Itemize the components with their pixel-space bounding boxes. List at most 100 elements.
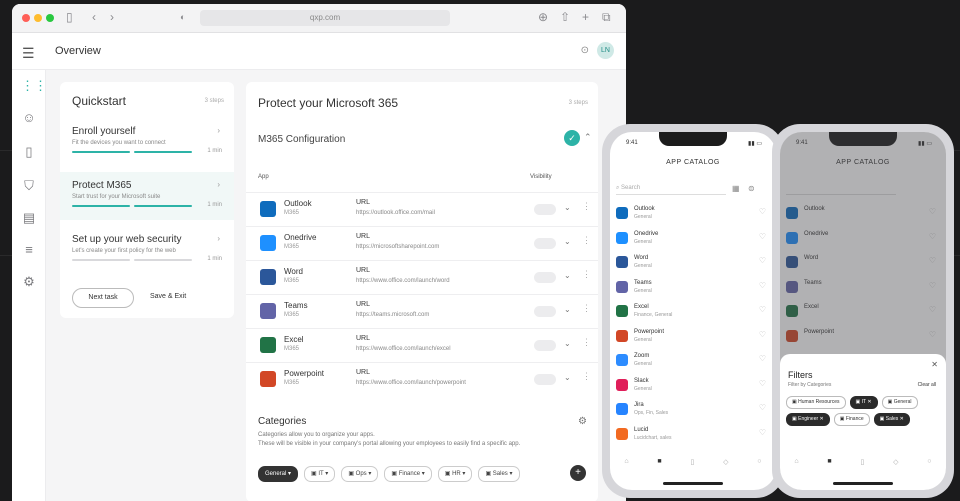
forward-icon[interactable]: › — [110, 10, 114, 24]
heart-icon[interactable]: ♡ — [759, 207, 766, 216]
gear-icon[interactable]: ⚙ — [578, 416, 587, 427]
more-options-icon[interactable]: ⋮ — [582, 303, 591, 314]
chip-it[interactable]: ▣ IT ▾ — [304, 466, 336, 482]
catalog-item[interactable]: Lucid Lucidchart, sales ♡ — [616, 423, 768, 447]
tab-catalog-icon[interactable]: ■ — [827, 458, 831, 476]
tab-devices-icon[interactable]: ▯ — [860, 458, 864, 476]
chevron-up-icon[interactable]: ⌃ — [584, 132, 592, 143]
grid-view-icon[interactable]: ▦ — [732, 184, 740, 193]
catalog-item[interactable]: Slack General ♡ — [616, 374, 768, 398]
more-options-icon[interactable]: ⋮ — [582, 235, 591, 246]
filter-chip[interactable]: ▣ Engineer ✕ — [786, 413, 830, 426]
chevron-down-icon[interactable]: ⌄ — [564, 203, 571, 212]
more-options-icon[interactable]: ⋮ — [582, 371, 591, 382]
catalog-item[interactable]: Onedrive General ♡ — [616, 227, 768, 251]
help-icon[interactable]: ⊙ — [581, 45, 589, 56]
visibility-toggle[interactable] — [534, 374, 556, 385]
share-icon[interactable]: ⇧ — [560, 10, 570, 24]
back-icon[interactable]: ‹ — [92, 10, 96, 24]
heart-icon[interactable]: ♡ — [759, 330, 766, 339]
avatar[interactable]: LN — [597, 42, 614, 59]
visibility-toggle[interactable] — [534, 238, 556, 249]
app-row[interactable]: Excel M365 URL https://www.office.com/launc… — [246, 328, 598, 363]
tab-devices-icon[interactable]: ▯ — [690, 458, 694, 476]
filter-chip[interactable]: ▣ Sales ✕ — [873, 413, 910, 426]
chip-general[interactable]: General ▾ — [258, 466, 299, 482]
app-row[interactable]: Teams M365 URL https://teams.microsoft.com ⌄… — [246, 294, 598, 329]
list-icon[interactable]: ≡ — [21, 242, 37, 258]
visibility-toggle[interactable] — [534, 272, 556, 283]
user-icon[interactable]: ☺ — [21, 110, 37, 126]
catalog-item[interactable]: Outlook General ♡ — [616, 202, 768, 226]
app-row[interactable]: Word M365 URL https://www.office.com/launch… — [246, 260, 598, 295]
chip-ops[interactable]: ▣ Ops ▾ — [341, 466, 379, 482]
filter-chip[interactable]: ▣ Finance — [833, 413, 870, 426]
tabs-overview-icon[interactable]: ⧉ — [602, 10, 611, 25]
tab-profile-icon[interactable]: ○ — [757, 458, 761, 476]
filter-chip[interactable]: ▣ General — [881, 396, 918, 409]
catalog-item[interactable]: Zoom General ♡ — [616, 349, 768, 373]
clear-all-link[interactable]: Clear all — [918, 382, 936, 388]
menu-icon[interactable]: ☰ — [22, 45, 35, 62]
tab-catalog-icon[interactable]: ■ — [657, 458, 661, 476]
heart-icon[interactable]: ♡ — [759, 281, 766, 290]
download-icon[interactable]: ⊕ — [538, 10, 548, 24]
quickstart-item-web[interactable]: Set up your web security Let's create yo… — [60, 226, 234, 274]
filter-chip[interactable]: ▣ IT ✕ — [849, 396, 878, 409]
chevron-down-icon[interactable]: ⌄ — [564, 373, 571, 382]
heart-icon[interactable]: ♡ — [759, 379, 766, 388]
tab-alerts-icon[interactable]: ◇ — [723, 458, 728, 476]
quickstart-item-protect[interactable]: Protect M365 Start trust for your Micros… — [60, 172, 234, 220]
heart-icon[interactable]: ♡ — [759, 354, 766, 363]
catalog-item[interactable]: Jira Ops, Fin, Sales ♡ — [616, 398, 768, 422]
chevron-down-icon[interactable]: ⌄ — [564, 305, 571, 314]
app-row[interactable]: Powerpoint M365 URL https://www.office.com/… — [246, 362, 598, 397]
chip-finance[interactable]: ▣ Finance ▾ — [384, 466, 432, 482]
heart-icon[interactable]: ♡ — [759, 232, 766, 241]
phone-icon[interactable]: ▯ — [21, 144, 37, 160]
shield-privacy-icon[interactable]: ◐ — [180, 12, 185, 22]
tab-profile-icon[interactable]: ○ — [927, 458, 931, 476]
visibility-toggle[interactable] — [534, 204, 556, 215]
maximize-window-button[interactable] — [46, 14, 54, 22]
add-category-button[interactable]: + — [570, 465, 586, 481]
visibility-toggle[interactable] — [534, 306, 556, 317]
catalog-search-input[interactable]: ⌕ Search — [616, 182, 726, 195]
catalog-item[interactable]: Powerpoint General ♡ — [616, 325, 768, 349]
catalog-item[interactable]: Excel Finance, General ♡ — [616, 300, 768, 324]
new-tab-icon[interactable]: + — [582, 10, 589, 24]
minimize-window-button[interactable] — [34, 14, 42, 22]
close-icon[interactable]: ✕ — [931, 360, 938, 369]
chip-sales[interactable]: ▣ Sales ▾ — [478, 466, 520, 482]
catalog-item[interactable]: Teams General ♡ — [616, 276, 768, 300]
app-row[interactable]: Outlook M365 URL https://outlook.office.com… — [246, 192, 598, 227]
settings-icon[interactable]: ⚙ — [21, 274, 37, 290]
address-bar[interactable]: qxp.com — [200, 10, 450, 26]
heart-icon[interactable]: ♡ — [759, 305, 766, 314]
heart-icon[interactable]: ♡ — [759, 256, 766, 265]
visibility-toggle[interactable] — [534, 340, 556, 351]
more-options-icon[interactable]: ⋮ — [582, 269, 591, 280]
heart-icon[interactable]: ♡ — [759, 403, 766, 412]
close-window-button[interactable] — [22, 14, 30, 22]
shield-icon[interactable]: ⛉ — [21, 178, 37, 194]
tab-alerts-icon[interactable]: ◇ — [893, 458, 898, 476]
tab-home-icon[interactable]: ⌂ — [794, 458, 798, 476]
more-options-icon[interactable]: ⋮ — [582, 337, 591, 348]
filter-chip[interactable]: ▣ Human Resources — [786, 396, 846, 409]
quickstart-item-enroll[interactable]: Enroll yourself Fit the devices you want… — [60, 118, 234, 166]
chevron-down-icon[interactable]: ⌄ — [564, 271, 571, 280]
more-options-icon[interactable]: ⋮ — [582, 201, 591, 212]
catalog-item[interactable]: Word General ♡ — [616, 251, 768, 275]
heart-icon[interactable]: ♡ — [759, 428, 766, 437]
grid-icon[interactable]: ⋮⋮ — [21, 78, 47, 94]
sidebar-toggle-icon[interactable]: ▯ — [66, 10, 73, 24]
tab-home-icon[interactable]: ⌂ — [624, 458, 628, 476]
filter-icon[interactable]: ⊜ — [748, 184, 755, 193]
app-row[interactable]: Onedrive M365 URL https://microsoftsharepoi… — [246, 226, 598, 261]
chip-hr[interactable]: ▣ HR ▾ — [437, 466, 473, 482]
table-icon[interactable]: ▤ — [21, 210, 37, 226]
save-exit-button[interactable]: Save & Exit — [150, 288, 186, 306]
chevron-down-icon[interactable]: ⌄ — [564, 339, 571, 348]
next-task-button[interactable]: Next task — [72, 288, 134, 308]
